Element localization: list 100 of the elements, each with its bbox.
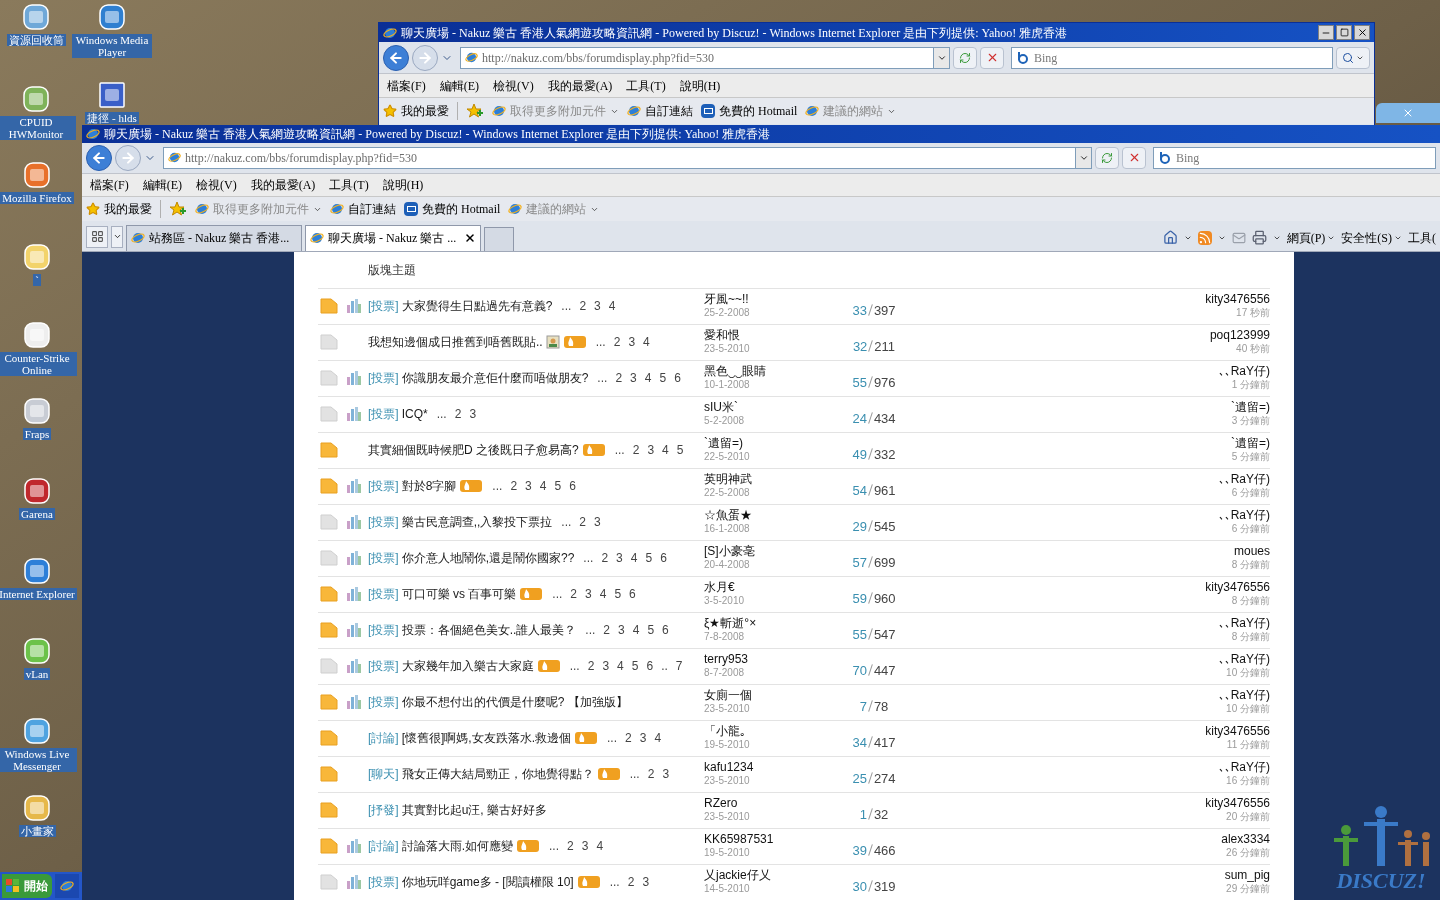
- last-poster-link[interactable]: sum_pig: [1224, 868, 1270, 883]
- author-link[interactable]: 牙風~~!!: [704, 292, 814, 307]
- back-button[interactable]: [86, 144, 112, 171]
- page-link[interactable]: 3: [662, 765, 670, 784]
- page-link[interactable]: 6: [629, 585, 636, 604]
- print-icon[interactable]: [1251, 230, 1267, 246]
- page-link[interactable]: 3: [642, 873, 650, 892]
- topic-category-link[interactable]: [討論]: [368, 837, 399, 856]
- page-link[interactable]: 5: [659, 369, 667, 388]
- feed-icon[interactable]: [1197, 231, 1212, 245]
- page-link[interactable]: ...: [561, 513, 572, 532]
- topic-category-link[interactable]: [投票]: [368, 693, 399, 712]
- page-link[interactable]: 4: [654, 729, 662, 748]
- start-button[interactable]: 開始: [2, 874, 52, 898]
- page-link[interactable]: 6: [662, 621, 669, 640]
- topic-category-link[interactable]: [投票]: [368, 405, 399, 424]
- page-link[interactable]: ..: [661, 657, 668, 676]
- page-link[interactable]: 4: [596, 837, 604, 856]
- page-link[interactable]: 2: [510, 477, 518, 496]
- menu-item[interactable]: 檢視(V): [196, 175, 237, 194]
- command-menu-button[interactable]: 安全性(S): [1341, 229, 1402, 247]
- author-link[interactable]: 英明神武: [704, 472, 814, 487]
- last-poster-link[interactable]: ､､RaY仔): [1218, 364, 1270, 379]
- topic-title-link[interactable]: 其實細個既時候肥D 之後既日子愈易高?: [368, 441, 579, 460]
- last-poster-link[interactable]: ､､RaY仔): [1218, 616, 1270, 631]
- page-link[interactable]: 3: [525, 477, 532, 496]
- refresh-button[interactable]: [953, 46, 977, 69]
- topic-title-link[interactable]: 討論落大雨.如何應變: [401, 837, 513, 856]
- page-link[interactable]: 5: [614, 585, 622, 604]
- topic-category-link[interactable]: [投票]: [368, 477, 399, 496]
- taskbar-button[interactable]: [55, 874, 79, 898]
- page-link[interactable]: ...: [583, 549, 594, 568]
- page-link[interactable]: 3: [647, 441, 655, 460]
- topic-category-link[interactable]: [抒發]: [368, 801, 399, 820]
- last-poster-link[interactable]: `遺留=): [1231, 400, 1270, 415]
- caret-icon[interactable]: [1217, 234, 1226, 242]
- search-field[interactable]: Bing: [1153, 146, 1436, 169]
- page-link[interactable]: 2: [632, 441, 640, 460]
- page-link[interactable]: 4: [632, 621, 640, 640]
- page-link[interactable]: ...: [629, 765, 640, 784]
- page-link[interactable]: 2: [601, 549, 609, 568]
- menu-item[interactable]: 檔案(F): [90, 175, 129, 194]
- topic-category-link[interactable]: [聊天]: [368, 765, 399, 784]
- author-link[interactable]: KK65987531: [704, 832, 814, 847]
- page-link[interactable]: ...: [595, 333, 606, 352]
- author-link[interactable]: ξ★斬逝°×: [704, 616, 814, 631]
- desktop-icon-label[interactable]: Windows Live Messenger: [0, 748, 77, 772]
- last-poster-link[interactable]: ､､RaY仔): [1218, 652, 1270, 667]
- page-link[interactable]: ...: [492, 477, 503, 496]
- browser-tab[interactable]: 聊天廣場 - Nakuz 樂古 ...: [305, 225, 481, 251]
- desktop-icon-label[interactable]: Fraps: [22, 428, 52, 440]
- desktop-icon-label[interactable]: Windows Media Player: [72, 34, 152, 58]
- page-link[interactable]: 5: [645, 549, 653, 568]
- refresh-button[interactable]: [1095, 146, 1119, 169]
- page-link[interactable]: 2: [579, 513, 587, 532]
- search-button[interactable]: [1336, 46, 1370, 69]
- author-link[interactable]: 女廁一個: [704, 688, 814, 703]
- page-link[interactable]: 5: [647, 621, 655, 640]
- menu-item[interactable]: 編輯(E): [439, 76, 479, 95]
- page-link[interactable]: 2: [567, 837, 574, 856]
- menu-item[interactable]: 我的最愛(A): [250, 175, 316, 194]
- page-link[interactable]: 4: [599, 585, 607, 604]
- page-link[interactable]: ...: [585, 621, 596, 640]
- back-button[interactable]: [383, 44, 409, 71]
- page-link[interactable]: 2: [454, 405, 462, 424]
- author-link[interactable]: RZero: [704, 796, 814, 811]
- caret-icon[interactable]: [1272, 234, 1281, 242]
- browser-tab[interactable]: 站務區 - Nakuz 樂古 香港...: [126, 225, 302, 251]
- page-link[interactable]: 6: [646, 657, 654, 676]
- desktop-icon-label[interactable]: Internet Explorer: [0, 588, 77, 600]
- desktop-icon-label[interactable]: CPUID HWMonitor: [0, 116, 76, 140]
- topic-title-link[interactable]: 樂古民意調查,,入黎投下票拉: [401, 513, 553, 532]
- page-link[interactable]: ...: [569, 657, 580, 676]
- favorites-link[interactable]: 自訂連結: [330, 200, 396, 218]
- page-link[interactable]: 3: [639, 729, 647, 748]
- author-link[interactable]: 愛和恨: [704, 328, 814, 343]
- desktop-icon-label[interactable]: 捷徑 - hlds: [85, 112, 139, 124]
- page-link[interactable]: 4: [643, 333, 650, 352]
- page-link[interactable]: 4: [630, 549, 638, 568]
- topic-title-link[interactable]: 可口可樂 vs 百事可樂: [401, 585, 517, 604]
- author-link[interactable]: 乂jackie仔乂: [704, 868, 814, 883]
- dropdown-button[interactable]: [1075, 147, 1091, 168]
- topic-category-link[interactable]: [投票]: [368, 549, 399, 568]
- page-link[interactable]: 3: [628, 333, 636, 352]
- last-poster-link[interactable]: ､､RaY仔): [1218, 760, 1270, 775]
- topic-category-link[interactable]: [投票]: [368, 513, 399, 532]
- topic-category-link[interactable]: [投票]: [368, 873, 399, 892]
- page-link[interactable]: 2: [570, 585, 578, 604]
- close-tab-icon[interactable]: [464, 232, 476, 245]
- topic-title-link[interactable]: 大家覺得生日點過先有意義?: [401, 297, 553, 316]
- page-link[interactable]: 2: [579, 297, 587, 316]
- page-link[interactable]: 3: [618, 621, 625, 640]
- topic-category-link[interactable]: [討論]: [368, 729, 399, 748]
- page-link[interactable]: 7: [675, 657, 683, 676]
- menu-item[interactable]: 說明(H): [679, 76, 721, 95]
- page-link[interactable]: 3: [594, 513, 601, 532]
- menu-item[interactable]: 工具(T): [329, 175, 369, 194]
- page-link[interactable]: 3: [630, 369, 637, 388]
- desktop-icon-label[interactable]: Mozilla Firefox: [0, 192, 74, 204]
- quick-tabs-button[interactable]: [86, 226, 108, 248]
